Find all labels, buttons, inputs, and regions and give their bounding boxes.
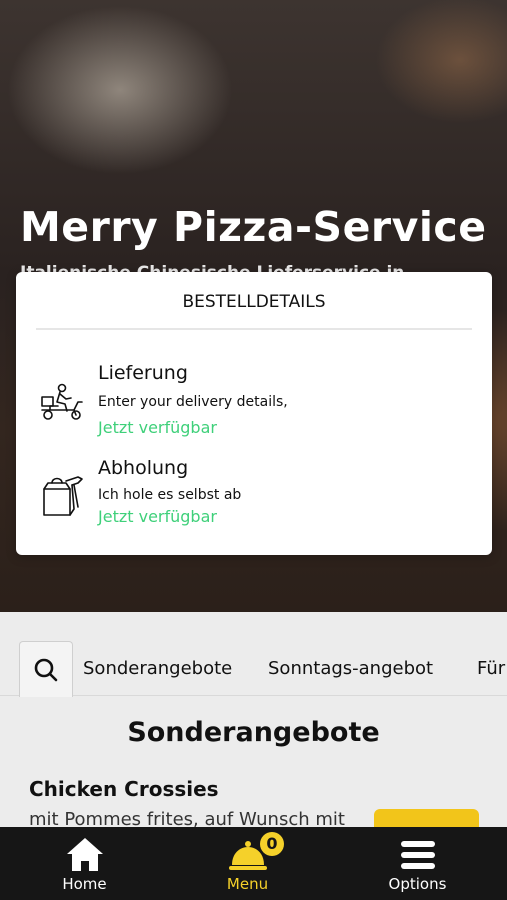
nav-home[interactable]: Home — [0, 827, 169, 900]
tab-sonderangebote[interactable]: Sonderangebote — [83, 658, 232, 679]
scooter-delivery-icon — [41, 383, 83, 420]
nav-options[interactable]: Options — [333, 827, 502, 900]
delivery-option[interactable]: Lieferung Enter your delivery details, J… — [36, 360, 476, 444]
home-icon — [66, 838, 103, 871]
search-icon — [34, 658, 58, 681]
tab-sonntags-angebot[interactable]: Sonntags-angebot — [268, 658, 433, 679]
nav-menu-label: Menu — [226, 875, 269, 893]
pickup-title: Abholung — [98, 457, 189, 479]
pickup-option[interactable]: Abholung Ich hole es selbst ab Jetzt ver… — [36, 455, 476, 539]
menu-content: Sonderangebote Chicken Crossies mit Pomm… — [0, 697, 507, 839]
search-button[interactable] — [19, 641, 73, 697]
pickup-status: Jetzt verfügbar — [98, 507, 217, 526]
nav-options-label: Options — [388, 875, 447, 893]
order-details-modal: BESTELLDETAILS Lieferung Enter your deli… — [16, 272, 492, 555]
section-title: Sonderangebote — [127, 717, 380, 748]
tab-fuer[interactable]: Für — [477, 658, 505, 679]
category-tabs: Sonderangebote Sonntags-angebot Für — [0, 612, 507, 697]
restaurant-title: Merry Pizza-Service — [20, 203, 487, 251]
delivery-status: Jetzt verfügbar — [98, 418, 217, 437]
nav-home-label: Home — [62, 875, 107, 893]
modal-header: BESTELLDETAILS — [36, 292, 472, 330]
nav-menu[interactable]: 0 Menu — [163, 827, 332, 900]
takeaway-bag-icon — [43, 476, 83, 516]
delivery-description: Enter your delivery details, — [98, 394, 288, 410]
bottom-navigation: Home 0 Menu Options — [0, 827, 507, 900]
cart-count-badge: 0 — [260, 832, 284, 856]
delivery-title: Lieferung — [98, 362, 188, 384]
menu-item-name[interactable]: Chicken Crossies — [29, 777, 219, 801]
pickup-description: Ich hole es selbst ab — [98, 487, 242, 503]
hamburger-menu-icon — [400, 841, 435, 869]
